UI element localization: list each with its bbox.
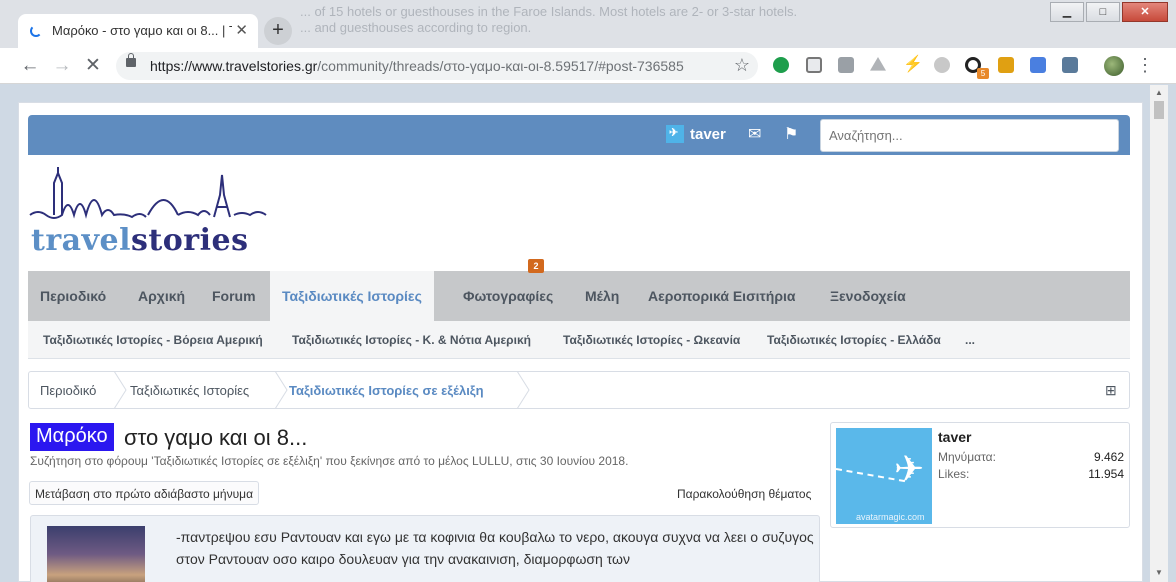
post-author-avatar[interactable]: [47, 526, 145, 582]
nav-xenodoxeia[interactable]: Ξενοδοχεία: [830, 288, 906, 304]
breadcrumb-separator: [113, 371, 127, 409]
lock-icon: [126, 53, 136, 67]
background-window-text: ... of 15 hotels or guesthouses in the F…: [300, 4, 798, 35]
nav-meli[interactable]: Μέλη: [585, 288, 619, 304]
breadcrumb-periodiko[interactable]: Περιοδικό: [40, 383, 96, 398]
stop-loading-icon[interactable]: ✕: [81, 54, 105, 78]
extension-icon[interactable]: [838, 57, 854, 73]
site-topbar: taver ✉ ⚑: [28, 115, 1130, 155]
nav-aeroporika[interactable]: Αεροπορικά Εισιτήρια: [648, 288, 796, 304]
visitor-panel: ✈ avatarmagic.com taver Μηνύματα: 9.462 …: [830, 422, 1130, 528]
avatar-watermark: avatarmagic.com: [856, 512, 925, 522]
watch-thread-link[interactable]: Παρακολούθηση θέματος: [677, 487, 811, 501]
first-unread-button[interactable]: Μετάβαση στο πρώτο αδιάβαστο μήνυμα: [29, 481, 260, 505]
loading-spinner-icon: [30, 25, 42, 37]
vertical-scrollbar[interactable]: ▲ ▼: [1150, 85, 1168, 582]
circle-extension-icon[interactable]: [934, 57, 950, 73]
nav-periodiko[interactable]: Περιοδικό: [40, 288, 106, 304]
nav-fotografies[interactable]: Φωτογραφίες: [463, 288, 553, 304]
airplane-icon: ✈: [894, 448, 925, 489]
scroll-thumb[interactable]: [1154, 101, 1164, 119]
subnav-oceania[interactable]: Ταξιδιωτικές Ιστορίες - Ωκεανία: [563, 333, 740, 347]
breadcrumb-separator: [516, 371, 530, 409]
nav-taxidiotikes-istories[interactable]: Ταξιδιωτικές Ιστορίες: [270, 271, 434, 321]
thread-title: στο γαμο και οι 8...: [124, 425, 308, 450]
visitor-name[interactable]: taver: [938, 429, 971, 445]
subnav-north-america[interactable]: Ταξιδιωτικές Ιστορίες - Βόρεια Αμερική: [43, 333, 263, 347]
address-bar[interactable]: https://www.travelstories.gr/community/t…: [116, 52, 758, 80]
page-viewport: taver ✉ ⚑ travelstories Περιοδικό Αρχική…: [0, 85, 1176, 582]
thread-prefix[interactable]: Μαρόκο: [30, 423, 114, 451]
url-text: https://www.travelstories.gr/community/t…: [150, 58, 684, 74]
menu-kebab-icon[interactable]: ⋮: [1136, 54, 1154, 76]
breadcrumb: Περιοδικό Ταξιδιωτικές Ιστορίες Ταξιδιωτ…: [28, 371, 1130, 409]
tab-close-icon[interactable]: ✕: [235, 21, 248, 39]
breadcrumb-istories[interactable]: Ταξιδιωτικές Ιστορίες: [130, 383, 249, 398]
breadcrumb-current[interactable]: Ταξιδιωτικές Ιστορίες σε εξέλιξη: [289, 383, 484, 398]
thread-description: Συζήτηση στο φόρουμ 'Ταξιδιωτικές Ιστορί…: [30, 454, 629, 468]
browser-toolbar: ← → ✕ https://www.travelstories.gr/commu…: [0, 48, 1176, 84]
lightning-extension-icon[interactable]: ⚡: [903, 57, 923, 73]
drive-extension-icon[interactable]: [870, 57, 886, 71]
likes-stat: Likes: 11.954: [938, 467, 1124, 481]
new-tab-button[interactable]: +: [264, 17, 292, 45]
envelope-icon[interactable]: ✉: [748, 124, 761, 144]
site-logo[interactable]: travelstories: [28, 165, 273, 263]
window-controls: ▁ □ ✕: [1050, 2, 1168, 22]
subnav-south-america[interactable]: Ταξιδιωτικές Ιστορίες - Κ. & Νότια Αμερι…: [292, 333, 531, 347]
gmail-extension-icon[interactable]: [806, 57, 822, 73]
back-arrow-icon[interactable]: ←: [18, 54, 42, 78]
minimize-button[interactable]: ▁: [1050, 2, 1084, 22]
messages-stat: Μηνύματα: 9.462: [938, 450, 1124, 464]
lock-extension-icon[interactable]: [998, 57, 1014, 73]
sub-navigation: Ταξιδιωτικές Ιστορίες - Βόρεια Αμερική Τ…: [28, 321, 1130, 359]
search-input[interactable]: [820, 119, 1119, 152]
hangouts-extension-icon[interactable]: [773, 57, 789, 73]
flag-icon[interactable]: ⚑: [784, 124, 798, 144]
close-window-button[interactable]: ✕: [1122, 2, 1168, 22]
post-body: -παντρεψου εσυ Ραντουαν και εγω με τα κο…: [176, 529, 814, 567]
camera-extension-icon[interactable]: [1062, 57, 1078, 73]
photos-badge: 2: [528, 259, 544, 273]
subnav-more[interactable]: ...: [965, 333, 975, 347]
profile-avatar[interactable]: [1104, 56, 1124, 76]
user-avatar-icon: [666, 125, 684, 143]
post-message: -παντρεψου εσυ Ραντουαν και εγω με τα κο…: [30, 515, 820, 582]
scroll-down-arrow-icon[interactable]: ▼: [1150, 568, 1168, 578]
visitor-avatar[interactable]: ✈ avatarmagic.com: [836, 428, 932, 524]
skyline-icon: [29, 167, 267, 219]
user-account-link[interactable]: taver: [666, 125, 726, 143]
scroll-up-arrow-icon[interactable]: ▲: [1150, 88, 1168, 98]
translate-extension-icon[interactable]: [1030, 57, 1046, 73]
nav-forum[interactable]: Forum: [212, 288, 256, 304]
forward-arrow-icon[interactable]: →: [50, 54, 74, 78]
sitemap-icon[interactable]: ⊞: [1105, 382, 1117, 399]
logo-text: travelstories: [31, 223, 249, 258]
tab-title: Μαρόκο - στο γαμο και οι 8... | T: [52, 23, 232, 38]
main-navigation: Περιοδικό Αρχική Forum Ταξιδιωτικές Ιστο…: [28, 271, 1130, 321]
subnav-greece[interactable]: Ταξιδιωτικές Ιστορίες - Ελλάδα: [767, 333, 941, 347]
browser-titlebar: ... of 15 hotels or guesthouses in the F…: [0, 0, 1176, 48]
maximize-button[interactable]: □: [1086, 2, 1120, 22]
nav-arxiki[interactable]: Αρχική: [138, 288, 185, 304]
extension-badge: 5: [977, 68, 989, 79]
browser-tab[interactable]: Μαρόκο - στο γαμο και οι 8... | T ✕: [18, 14, 258, 48]
bookmark-star-icon[interactable]: ☆: [734, 55, 750, 76]
